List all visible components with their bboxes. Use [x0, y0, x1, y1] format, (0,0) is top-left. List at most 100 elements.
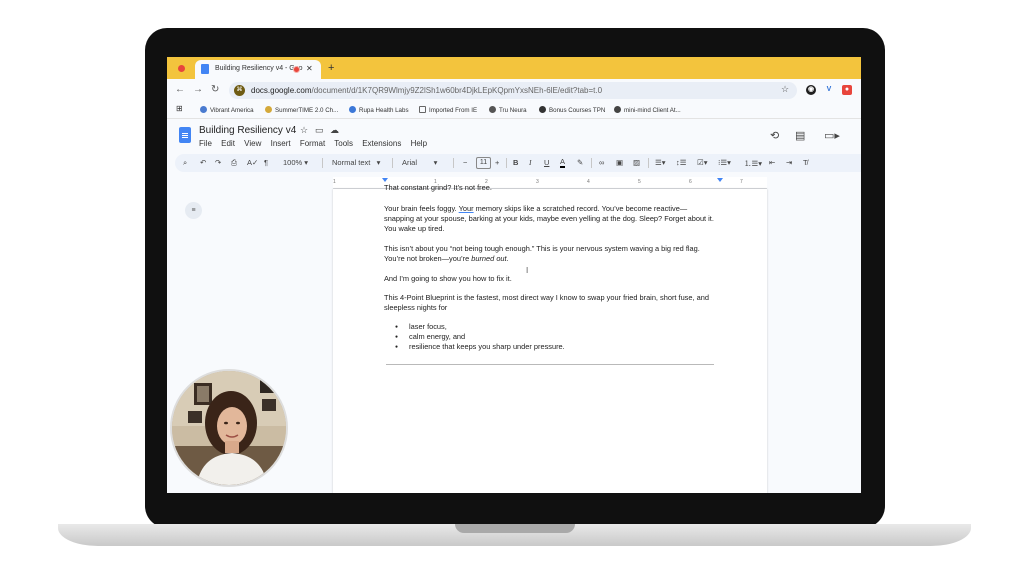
back-icon[interactable]: ←	[175, 84, 185, 95]
comments-icon[interactable]: ▤	[795, 129, 805, 142]
checklist-icon[interactable]: ☑▾	[697, 158, 708, 167]
numbered-list-icon[interactable]: ⒈☰▾	[744, 158, 762, 169]
toolbar-divider	[453, 158, 454, 168]
bookmark-tru-neura[interactable]: Tru Neura	[489, 106, 527, 114]
tab-close-icon[interactable]: ✕	[306, 64, 313, 73]
docs-logo-icon[interactable]	[179, 127, 191, 143]
forward-icon[interactable]: →	[193, 84, 203, 95]
folder-icon	[419, 106, 426, 113]
menu-bar: File Edit View Insert Format Tools Exten…	[199, 139, 434, 148]
version-history-icon[interactable]: ⟲	[770, 129, 779, 142]
document-title[interactable]: Building Resiliency v4	[199, 125, 296, 136]
bookmark-label: Imported From IE	[429, 107, 478, 114]
paragraph-2: This isn’t about you “not being tough en…	[384, 244, 714, 264]
text-run: This isn’t about you “not being tough en…	[384, 244, 700, 263]
spellcheck-underlined-word[interactable]: Your	[459, 204, 474, 213]
site-info-icon[interactable]: ⌘	[234, 85, 245, 96]
redo-icon[interactable]: ↷	[215, 158, 221, 167]
recording-indicator-icon	[293, 66, 300, 73]
toolbar-divider	[322, 158, 323, 168]
docs-header: Building Resiliency v4 ☆ ▭ ☁ File Edit V…	[167, 119, 861, 153]
bold-icon[interactable]: B	[513, 158, 518, 167]
menu-format[interactable]: Format	[300, 139, 325, 148]
italic-icon[interactable]: I	[529, 158, 532, 167]
webcam-overlay	[170, 369, 288, 487]
tab-strip: Building Resiliency v4 - Goo ✕ +	[167, 57, 861, 79]
toolbar-divider	[506, 158, 507, 168]
star-icon[interactable]: ☆	[300, 125, 308, 136]
font-size-input[interactable]: 11	[476, 157, 491, 169]
bookmark-rupa-health[interactable]: Rupa Health Labs	[349, 106, 409, 114]
insert-comment-icon[interactable]: ▣	[616, 158, 623, 167]
align-icon[interactable]: ☰▾	[655, 158, 666, 167]
paragraph-style-select[interactable]: Normal text ▾	[332, 158, 380, 167]
menu-insert[interactable]: Insert	[271, 139, 291, 148]
left-indent-marker-icon[interactable]	[382, 178, 388, 182]
bulleted-list-icon[interactable]: ⁝☰▾	[718, 158, 731, 167]
extension-record-icon[interactable]: ●	[842, 85, 852, 95]
menu-view[interactable]: View	[244, 139, 261, 148]
clear-formatting-icon[interactable]: T̸	[803, 158, 808, 167]
extension-dark-icon[interactable]: ◉	[806, 85, 816, 95]
text-run: Your brain feels foggy.	[384, 204, 459, 213]
text-run: .	[506, 254, 509, 263]
font-family-select[interactable]: Arial ▾	[402, 158, 437, 167]
bookmark-summertime[interactable]: SummerTIME 2.0 Ch...	[265, 106, 338, 114]
decrease-indent-icon[interactable]: ⇤	[769, 158, 775, 167]
tru-neura-icon	[489, 106, 496, 113]
menu-extensions[interactable]: Extensions	[362, 139, 401, 148]
paragraph-style-value: Normal text	[332, 158, 371, 167]
print-icon[interactable]: ⎙	[231, 158, 237, 168]
url-host: docs.google.com	[251, 86, 312, 95]
bookmark-mini-mind[interactable]: mini-mind Client At...	[614, 106, 681, 114]
extension-v-icon[interactable]: V	[824, 85, 834, 95]
rupa-health-icon	[349, 106, 356, 113]
menu-help[interactable]: Help	[411, 139, 427, 148]
increase-font-size-button[interactable]: +	[495, 158, 499, 167]
line-spacing-icon[interactable]: ↕☰	[676, 158, 686, 167]
url-path: /document/d/1K7QR9Wlmjy9Z2lSh1w60br4DjkL…	[311, 86, 603, 95]
meet-icon[interactable]: ▭▸	[824, 129, 840, 142]
mini-mind-icon	[614, 106, 621, 113]
move-folder-icon[interactable]: ▭	[315, 125, 324, 136]
menu-file[interactable]: File	[199, 139, 212, 148]
bookmark-star-icon[interactable]: ☆	[781, 84, 789, 95]
paint-format-icon[interactable]: ¶	[264, 158, 268, 167]
spellcheck-icon[interactable]: A✓	[247, 158, 258, 167]
cloud-status-icon[interactable]: ☁	[330, 125, 339, 136]
bookmark-label: SummerTIME 2.0 Ch...	[275, 107, 339, 114]
paragraph-4: This 4-Point Blueprint is the fastest, m…	[384, 293, 709, 312]
zoom-select[interactable]: 100% ▾	[283, 158, 308, 167]
text-color-icon[interactable]: A	[560, 158, 566, 168]
ruler-number: 7	[740, 179, 743, 185]
underline-icon[interactable]: U	[544, 158, 549, 167]
zoom-value: 100%	[283, 158, 303, 167]
toolbar-divider	[591, 158, 592, 168]
document-outline-icon[interactable]: ≡	[185, 202, 202, 219]
search-menus-icon[interactable]: ⌕	[183, 158, 187, 168]
bookmark-label: Rupa Health Labs	[359, 107, 409, 114]
apps-grid-icon[interactable]: ⊞	[176, 104, 183, 113]
menu-tools[interactable]: Tools	[334, 139, 353, 148]
decrease-font-size-button[interactable]: −	[463, 158, 467, 167]
text-cursor-icon: I	[526, 266, 529, 275]
right-indent-marker-icon[interactable]	[717, 178, 723, 182]
tab-document[interactable]: Building Resiliency v4 - Goo ✕	[195, 60, 321, 79]
highlight-icon[interactable]: ✎	[577, 158, 583, 167]
laptop-notch	[455, 524, 575, 533]
menu-edit[interactable]: Edit	[221, 139, 235, 148]
increase-indent-icon[interactable]: ⇥	[786, 158, 792, 167]
font-family-value: Arial	[402, 158, 418, 167]
insert-image-icon[interactable]: ▨	[633, 158, 640, 167]
insert-link-icon[interactable]: ∞	[599, 158, 604, 167]
bookmark-imported-from-ie[interactable]: Imported From IE	[419, 106, 477, 114]
address-bar[interactable]: ⌘ docs.google.com/document/d/1K7QR9Wlmjy…	[229, 82, 797, 99]
reload-icon[interactable]: ↻	[211, 84, 219, 95]
document-page[interactable]: That constant grind? It’s not free. Your…	[333, 183, 767, 493]
horizontal-rule	[386, 364, 714, 365]
recording-icon	[178, 65, 185, 72]
undo-icon[interactable]: ↶	[200, 158, 206, 167]
bookmark-vibrant-america[interactable]: Vibrant America	[200, 106, 254, 114]
new-tab-button[interactable]: +	[328, 62, 334, 74]
bookmark-bonus-courses[interactable]: Bonus Courses TPN	[539, 106, 605, 114]
